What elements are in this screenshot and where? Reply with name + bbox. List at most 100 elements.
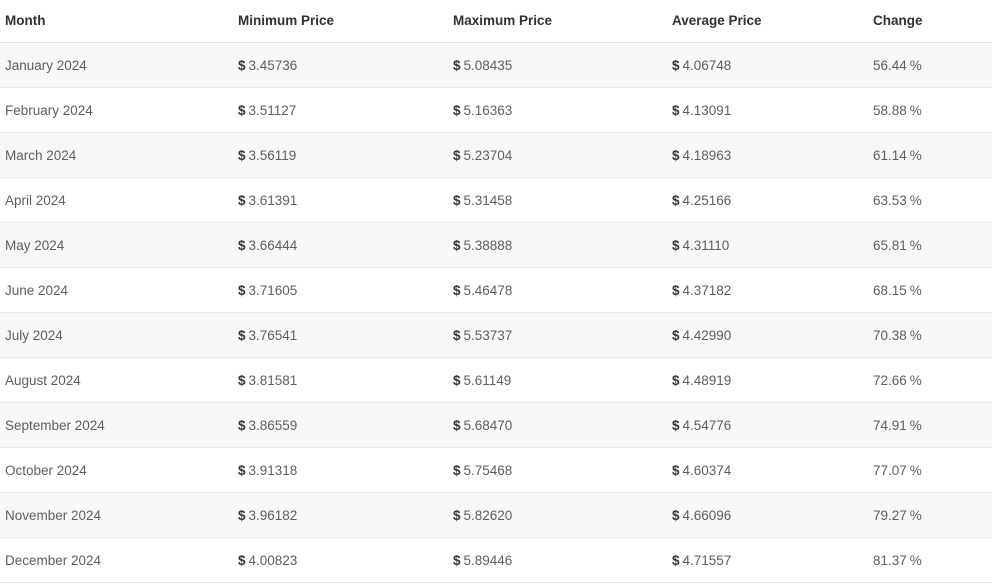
cell-min-price: $3.91318 [233,447,448,493]
price-value: 3.71605 [248,282,298,298]
currency-symbol: $ [453,507,461,523]
percent-symbol: % [909,147,922,163]
table-row: February 2024 $3.51127 $5.16363 $4.13091 58.… [0,87,992,133]
cell-max-price: $5.75468 [448,447,667,493]
cell-month: August 2024 [0,357,233,403]
cell-max-price: $5.82620 [448,492,667,538]
cell-max-price: $5.89446 [448,537,667,583]
change-value: 79.27 [873,507,907,523]
percent-symbol: % [909,327,922,343]
percent-symbol: % [909,372,922,388]
price-value: 5.08435 [463,57,513,73]
percent-symbol: % [909,57,922,73]
table-header: Month Minimum Price Maximum Price Averag… [0,0,992,43]
currency-symbol: $ [453,102,461,118]
price-value: 4.37182 [682,282,732,298]
price-value: 5.23704 [463,147,513,163]
column-header-maximum-price[interactable]: Maximum Price [448,0,667,43]
price-value: 5.68470 [463,417,513,433]
table-header-row: Month Minimum Price Maximum Price Averag… [0,0,992,43]
cell-avg-price: $4.48919 [667,357,868,403]
cell-max-price: $5.38888 [448,222,667,268]
percent-symbol: % [909,507,922,523]
cell-avg-price: $4.54776 [667,402,868,448]
cell-month: December 2024 [0,537,233,583]
price-value: 4.00823 [248,552,298,568]
column-header-change[interactable]: Change [868,0,992,43]
price-value: 5.46478 [463,282,513,298]
percent-symbol: % [909,417,922,433]
cell-min-price: $3.96182 [233,492,448,538]
price-value: 3.81581 [248,372,298,388]
currency-symbol: $ [238,192,246,208]
table-row: May 2024 $3.66444 $5.38888 $4.31110 65.81% [0,222,992,268]
cell-month: June 2024 [0,267,233,313]
price-value: 4.71557 [682,552,732,568]
percent-symbol: % [909,192,922,208]
cell-min-price: $4.00823 [233,537,448,583]
cell-avg-price: $4.31110 [667,222,868,268]
cell-avg-price: $4.37182 [667,267,868,313]
change-value: 56.44 [873,57,907,73]
cell-avg-price: $4.66096 [667,492,868,538]
currency-symbol: $ [672,462,680,478]
price-value: 5.16363 [463,102,513,118]
price-value: 4.13091 [682,102,732,118]
cell-month: October 2024 [0,447,233,493]
percent-symbol: % [909,237,922,253]
cell-month: September 2024 [0,402,233,448]
cell-min-price: $3.66444 [233,222,448,268]
currency-symbol: $ [672,102,680,118]
cell-avg-price: $4.18963 [667,132,868,178]
currency-symbol: $ [238,237,246,253]
cell-max-price: $5.08435 [448,42,667,88]
currency-symbol: $ [238,282,246,298]
table-row: March 2024 $3.56119 $5.23704 $4.18963 61.14% [0,132,992,178]
table-row: July 2024 $3.76541 $5.53737 $4.42990 70.38% [0,312,992,358]
cell-avg-price: $4.06748 [667,42,868,88]
cell-avg-price: $4.13091 [667,87,868,133]
currency-symbol: $ [238,417,246,433]
cell-change: 56.44% [868,42,992,88]
cell-change: 61.14% [868,132,992,178]
currency-symbol: $ [453,147,461,163]
currency-symbol: $ [672,147,680,163]
cell-month: January 2024 [0,42,233,88]
cell-change: 79.27% [868,492,992,538]
cell-min-price: $3.86559 [233,402,448,448]
column-header-month[interactable]: Month [0,0,233,43]
percent-symbol: % [909,552,922,568]
cell-max-price: $5.61149 [448,357,667,403]
currency-symbol: $ [238,552,246,568]
currency-symbol: $ [453,417,461,433]
price-value: 5.89446 [463,552,513,568]
cell-min-price: $3.56119 [233,132,448,178]
cell-min-price: $3.71605 [233,267,448,313]
table-row: August 2024 $3.81581 $5.61149 $4.48919 72.66… [0,357,992,403]
currency-symbol: $ [672,552,680,568]
currency-symbol: $ [238,57,246,73]
cell-max-price: $5.31458 [448,177,667,223]
change-value: 65.81 [873,237,907,253]
change-value: 63.53 [873,192,907,208]
currency-symbol: $ [453,57,461,73]
cell-max-price: $5.23704 [448,132,667,178]
cell-change: 65.81% [868,222,992,268]
price-forecast-table-container: Month Minimum Price Maximum Price Averag… [0,0,992,583]
cell-month: March 2024 [0,132,233,178]
price-value: 3.96182 [248,507,298,523]
currency-symbol: $ [238,372,246,388]
change-value: 72.66 [873,372,907,388]
currency-symbol: $ [453,237,461,253]
price-value: 4.18963 [682,147,732,163]
cell-change: 72.66% [868,357,992,403]
column-header-average-price[interactable]: Average Price [667,0,868,43]
currency-symbol: $ [672,327,680,343]
cell-avg-price: $4.42990 [667,312,868,358]
change-value: 77.07 [873,462,907,478]
price-value: 4.48919 [682,372,732,388]
cell-min-price: $3.81581 [233,357,448,403]
cell-month: February 2024 [0,87,233,133]
currency-symbol: $ [238,102,246,118]
column-header-minimum-price[interactable]: Minimum Price [233,0,448,43]
